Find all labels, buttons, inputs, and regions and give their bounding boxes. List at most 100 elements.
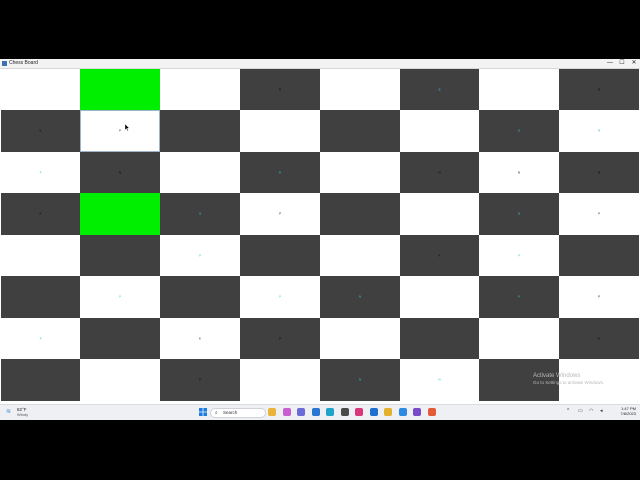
- board-square[interactable]: [1, 69, 80, 110]
- settings-icon[interactable]: [340, 408, 349, 416]
- chess-piece[interactable]: P: [279, 295, 281, 299]
- minimize-button[interactable]: —: [604, 59, 616, 68]
- photos-icon[interactable]: [282, 408, 291, 416]
- board-square[interactable]: R: [240, 69, 320, 110]
- board-square[interactable]: Q: [479, 110, 559, 152]
- chess-piece[interactable]: P: [199, 254, 201, 257]
- taskbar-clock[interactable]: 1:47 PM 7/8/2023: [614, 406, 636, 416]
- app-icon[interactable]: [427, 408, 436, 416]
- board-square[interactable]: [400, 193, 479, 235]
- board-square[interactable]: [80, 318, 160, 359]
- board-square[interactable]: P: [559, 193, 639, 235]
- board-square[interactable]: P: [80, 110, 160, 152]
- board-square[interactable]: R: [559, 69, 639, 110]
- vscode-icon[interactable]: [398, 408, 407, 416]
- chess-piece[interactable]: P: [119, 129, 121, 133]
- board-square[interactable]: P: [160, 359, 240, 401]
- close-button[interactable]: ✕: [628, 59, 640, 68]
- board-square[interactable]: R: [240, 152, 320, 193]
- chess-piece[interactable]: K: [40, 129, 42, 133]
- board-square[interactable]: K: [400, 235, 479, 276]
- visual-studio-icon[interactable]: [413, 408, 421, 416]
- chess-piece[interactable]: N: [359, 378, 361, 382]
- chess-piece[interactable]: N: [438, 378, 440, 382]
- board-square[interactable]: P: [479, 235, 559, 276]
- chess-piece[interactable]: K: [439, 254, 441, 257]
- board-square[interactable]: [160, 276, 240, 318]
- board-square[interactable]: [320, 69, 400, 110]
- board-square[interactable]: [80, 193, 160, 235]
- board-square[interactable]: [240, 110, 320, 152]
- board-square[interactable]: P: [240, 193, 320, 235]
- network-icon[interactable]: ▭: [578, 409, 583, 414]
- board-square[interactable]: B: [479, 193, 559, 235]
- board-square[interactable]: [320, 110, 400, 152]
- board-square[interactable]: P: [1, 152, 80, 193]
- chess-piece[interactable]: K: [40, 212, 42, 216]
- chess-piece[interactable]: R: [279, 171, 281, 174]
- board-square[interactable]: [1, 359, 80, 401]
- chess-piece[interactable]: R: [598, 88, 600, 91]
- chess-piece[interactable]: K: [598, 337, 600, 340]
- store-icon[interactable]: [311, 408, 320, 416]
- board-square[interactable]: P: [479, 276, 559, 318]
- file-explorer-icon[interactable]: [268, 408, 276, 416]
- chess-piece[interactable]: P: [518, 295, 520, 299]
- board-square[interactable]: N: [400, 359, 479, 401]
- chess-piece[interactable]: P: [279, 337, 281, 340]
- board-square[interactable]: [320, 318, 400, 359]
- chess-piece[interactable]: N: [119, 171, 121, 174]
- chess-piece[interactable]: N: [598, 129, 600, 133]
- wifi-icon[interactable]: ◠: [589, 409, 594, 414]
- board-square[interactable]: P: [160, 235, 240, 276]
- board-square[interactable]: B: [479, 152, 559, 193]
- board-square[interactable]: P: [1, 318, 80, 359]
- board-square[interactable]: [400, 276, 479, 318]
- chess-piece[interactable]: N: [438, 171, 440, 174]
- board-square[interactable]: [1, 235, 80, 276]
- chess-piece[interactable]: P: [40, 171, 42, 174]
- board-square[interactable]: [80, 235, 160, 276]
- board-square[interactable]: Q: [160, 193, 240, 235]
- board-square[interactable]: [1, 276, 80, 318]
- chess-piece[interactable]: N: [598, 171, 600, 174]
- board-square[interactable]: [240, 359, 320, 401]
- chess-piece[interactable]: Q: [199, 212, 201, 216]
- chess-piece[interactable]: P: [279, 212, 281, 216]
- board-square[interactable]: N: [559, 110, 639, 152]
- mail-icon[interactable]: [369, 408, 378, 416]
- board-square[interactable]: N: [80, 152, 160, 193]
- board-square[interactable]: K: [1, 110, 80, 152]
- board-square[interactable]: [320, 193, 400, 235]
- board-square[interactable]: [160, 69, 240, 110]
- board-square[interactable]: [240, 235, 320, 276]
- board-square[interactable]: P: [80, 276, 160, 318]
- board-square[interactable]: [320, 152, 400, 193]
- chrome-icon[interactable]: [384, 408, 392, 416]
- board-square[interactable]: [479, 318, 559, 359]
- chess-piece[interactable]: R: [279, 88, 281, 91]
- board-square[interactable]: [160, 152, 240, 193]
- media-icon[interactable]: [355, 408, 363, 416]
- board-square[interactable]: [400, 110, 479, 152]
- chess-piece[interactable]: P: [598, 295, 600, 299]
- chess-piece[interactable]: P: [199, 378, 201, 382]
- chess-piece[interactable]: P: [518, 254, 520, 257]
- chess-piece[interactable]: N: [359, 295, 361, 299]
- board-square[interactable]: [80, 359, 160, 401]
- board-square[interactable]: N: [320, 276, 400, 318]
- board-square[interactable]: K: [1, 193, 80, 235]
- board-square[interactable]: K: [160, 318, 240, 359]
- chat-icon[interactable]: [297, 408, 305, 416]
- maximize-button[interactable]: ☐: [616, 59, 628, 68]
- board-square[interactable]: [160, 110, 240, 152]
- board-square[interactable]: [400, 318, 479, 359]
- board-square[interactable]: N: [559, 152, 639, 193]
- board-square[interactable]: B: [400, 69, 479, 110]
- chess-piece[interactable]: P: [598, 212, 600, 216]
- board-square[interactable]: P: [240, 276, 320, 318]
- chess-piece[interactable]: P: [40, 337, 42, 340]
- chess-piece[interactable]: Q: [518, 129, 520, 133]
- title-bar[interactable]: Chess Board — ☐ ✕: [0, 59, 640, 69]
- board-square[interactable]: [479, 69, 559, 110]
